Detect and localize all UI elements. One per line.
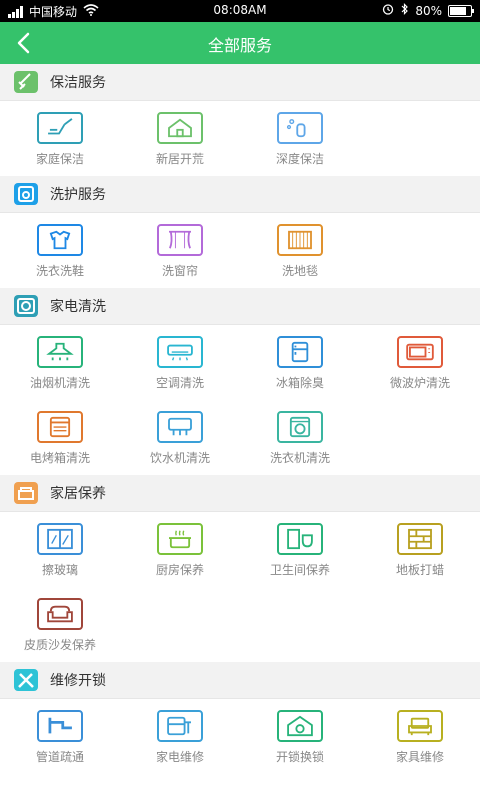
section-header: 家居保养 (0, 475, 480, 512)
section-header: 家电清洗 (0, 288, 480, 325)
service-label: 深度保洁 (275, 152, 324, 166)
status-bar: 中国移动 08:08AM 80% (0, 0, 480, 22)
service-item[interactable]: 饮水机清洗 (120, 400, 240, 475)
appliance-icon (14, 295, 38, 317)
service-grid: 管道疏通 家电维修 开锁换锁 家具维修 (0, 699, 480, 774)
service-item[interactable]: 家具维修 (360, 699, 480, 774)
washing-machine-icon (277, 411, 323, 443)
service-item[interactable]: 空调清洗 (120, 325, 240, 400)
service-item[interactable]: 电烤箱清洗 (0, 400, 120, 475)
dustpan-icon (37, 112, 83, 144)
service-label: 家具维修 (395, 750, 444, 764)
section-title: 维修开锁 (50, 673, 106, 689)
service-item[interactable]: 新居开荒 (120, 101, 240, 176)
section-title: 洗护服务 (50, 187, 106, 203)
water-dispenser-icon (157, 411, 203, 443)
section-4: 维修开锁管道疏通 家电维修 开锁换锁 家具维修 (0, 662, 480, 774)
range-hood-icon (37, 336, 83, 368)
service-grid: 油烟机清洗 空调清洗 冰箱除臭 微波炉清洗电烤箱清洗 饮水机清洗 洗衣机清洗 (0, 325, 480, 475)
service-grid: 家庭保洁 新居开荒 深度保洁 (0, 101, 480, 176)
oven-icon (37, 411, 83, 443)
service-label: 空调清洗 (155, 376, 204, 390)
microwave-icon (397, 336, 443, 368)
service-grid: 洗衣洗鞋 洗窗帘 洗地毯 (0, 213, 480, 288)
section-title: 保洁服务 (50, 75, 106, 91)
service-label: 电烤箱清洗 (29, 451, 90, 465)
service-label: 洗衣机清洗 (269, 451, 330, 465)
service-item[interactable]: 洗地毯 (240, 213, 360, 288)
battery-percent: 80% (415, 3, 442, 18)
section-title: 家居保养 (50, 486, 106, 502)
service-item[interactable]: 洗衣洗鞋 (0, 213, 120, 288)
service-label: 地板打蜡 (395, 563, 444, 577)
service-item[interactable]: 微波炉清洗 (360, 325, 480, 400)
carpet-icon (277, 224, 323, 256)
service-label: 家电维修 (155, 750, 204, 764)
service-item[interactable]: 皮质沙发保养 (0, 587, 120, 662)
section-title: 家电清洗 (50, 299, 106, 315)
curtain-icon (157, 224, 203, 256)
leather-sofa-icon (37, 598, 83, 630)
service-label: 洗衣洗鞋 (35, 264, 84, 278)
section-1: 洗护服务洗衣洗鞋 洗窗帘 洗地毯 (0, 176, 480, 288)
lock-house-icon (277, 710, 323, 742)
service-label: 冰箱除臭 (275, 376, 324, 390)
section-2: 家电清洗油烟机清洗 空调清洗 冰箱除臭 微波炉清洗电烤箱清洗 饮水机清洗 洗衣机清洗 (0, 288, 480, 475)
service-label: 开锁换锁 (275, 750, 324, 764)
service-label: 家庭保洁 (35, 152, 84, 166)
pipe-icon (37, 710, 83, 742)
service-label: 管道疏通 (35, 750, 84, 764)
section-header: 维修开锁 (0, 662, 480, 699)
service-item[interactable]: 洗衣机清洗 (240, 400, 360, 475)
service-item[interactable]: 卫生间保养 (240, 512, 360, 587)
page-title: 全部服务 (207, 36, 272, 55)
service-item[interactable]: 开锁换锁 (240, 699, 360, 774)
air-conditioner-icon (157, 336, 203, 368)
pot-icon (157, 523, 203, 555)
service-item[interactable]: 油烟机清洗 (0, 325, 120, 400)
service-label: 皮质沙发保养 (23, 638, 96, 652)
service-label: 厨房保养 (155, 563, 204, 577)
bathroom-icon (277, 523, 323, 555)
service-label: 卫生间保养 (269, 563, 330, 577)
shirt-icon (37, 224, 83, 256)
service-label: 油烟机清洗 (29, 376, 90, 390)
alarm-icon (381, 3, 395, 18)
service-label: 饮水机清洗 (149, 451, 210, 465)
section-3: 家居保养擦玻璃 厨房保养 卫生间保养 地板打蜡皮质沙发保养 (0, 475, 480, 662)
furniture-icon (397, 710, 443, 742)
top-app-bar: 全部服务 (0, 22, 480, 64)
section-header: 保洁服务 (0, 64, 480, 101)
service-label: 擦玻璃 (41, 563, 78, 577)
tools-icon (14, 669, 38, 691)
section-header: 洗护服务 (0, 176, 480, 213)
service-label: 洗地毯 (281, 264, 318, 278)
floor-icon (397, 523, 443, 555)
service-item[interactable]: 地板打蜡 (360, 512, 480, 587)
service-item[interactable]: 管道疏通 (0, 699, 120, 774)
bluetooth-icon (401, 3, 409, 18)
service-grid: 擦玻璃 厨房保养 卫生间保养 地板打蜡皮质沙发保养 (0, 512, 480, 662)
house-icon (157, 112, 203, 144)
service-list[interactable]: 保洁服务家庭保洁 新居开荒 深度保洁洗护服务洗衣洗鞋 洗窗帘 洗地毯家电清洗油烟机清洗 空… (0, 64, 480, 800)
window-icon (37, 523, 83, 555)
service-item[interactable]: 擦玻璃 (0, 512, 120, 587)
battery-icon (448, 4, 474, 17)
service-item[interactable]: 厨房保养 (120, 512, 240, 587)
washing-icon (14, 183, 38, 205)
spray-bottle-icon (277, 112, 323, 144)
service-item[interactable]: 深度保洁 (240, 101, 360, 176)
service-label: 洗窗帘 (161, 264, 198, 278)
fridge-icon (277, 336, 323, 368)
service-label: 微波炉清洗 (389, 376, 450, 390)
sofa-icon (14, 482, 38, 504)
service-item[interactable]: 冰箱除臭 (240, 325, 360, 400)
service-item[interactable]: 洗窗帘 (120, 213, 240, 288)
service-item[interactable]: 家庭保洁 (0, 101, 120, 176)
appliance-repair-icon (157, 710, 203, 742)
service-item[interactable]: 家电维修 (120, 699, 240, 774)
service-label: 新居开荒 (155, 152, 204, 166)
broom-icon (14, 71, 38, 93)
section-0: 保洁服务家庭保洁 新居开荒 深度保洁 (0, 64, 480, 176)
